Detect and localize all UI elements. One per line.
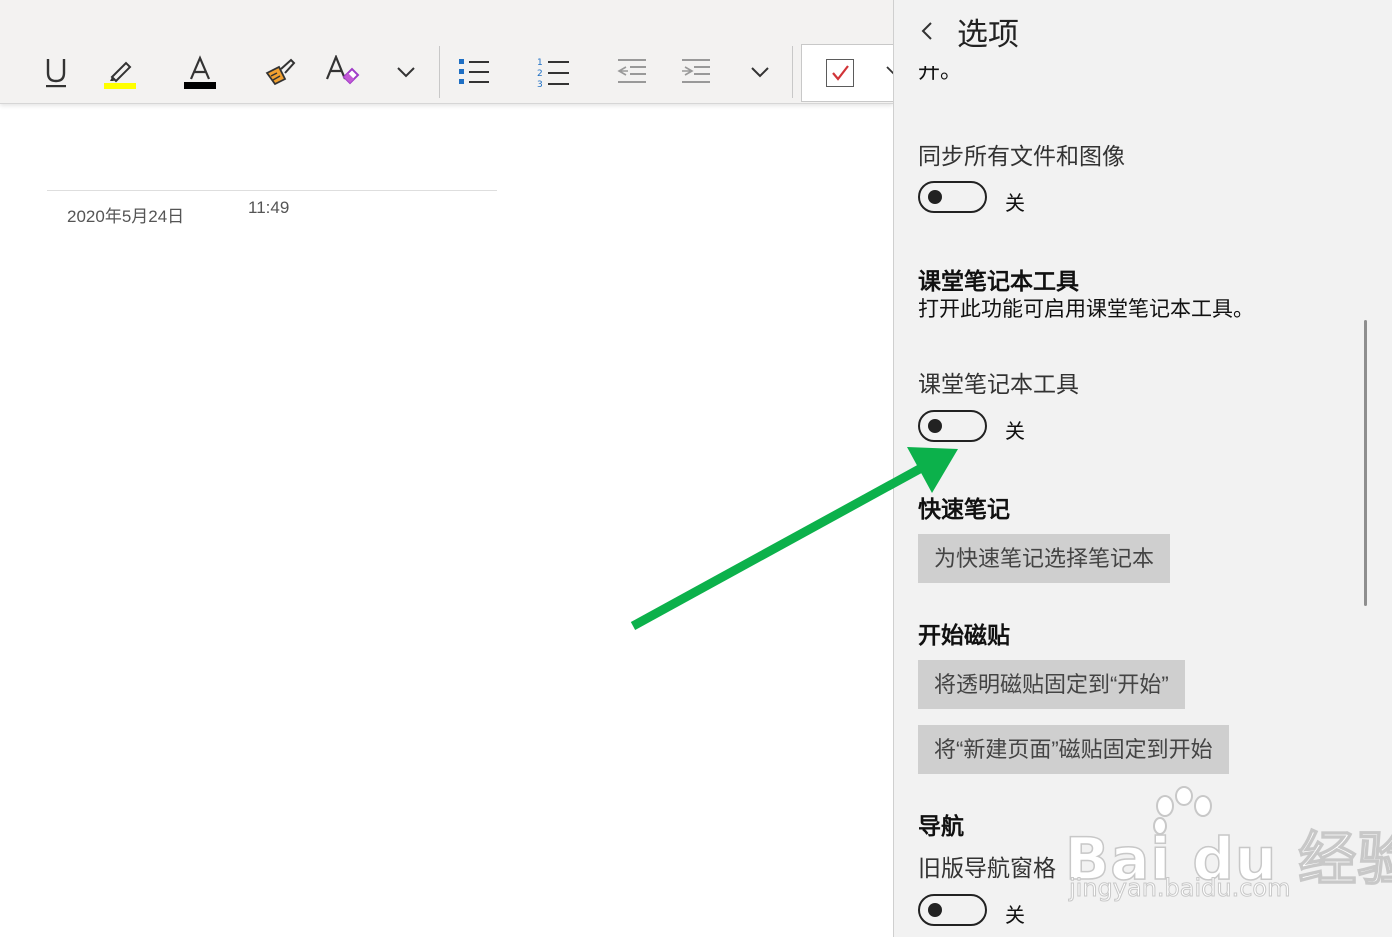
bulleted-list-button[interactable] xyxy=(450,46,498,98)
decrease-indent-icon xyxy=(617,59,646,83)
sync-files-toggle[interactable] xyxy=(918,181,987,213)
svg-text:1: 1 xyxy=(537,58,543,68)
font-color-icon xyxy=(184,55,216,89)
highlight-button[interactable] xyxy=(96,46,144,98)
increase-indent-button[interactable] xyxy=(672,46,720,98)
panel-title: 选项 xyxy=(957,17,1019,52)
navigation-header: 导航 xyxy=(918,813,964,839)
font-color-button[interactable] xyxy=(176,46,224,98)
sync-files-toggle-state: 关 xyxy=(1005,193,1025,215)
class-notebook-toggle[interactable] xyxy=(918,410,987,442)
toolbar-divider xyxy=(792,46,793,98)
panel-scrollbar[interactable] xyxy=(1364,320,1367,606)
toolbar-divider xyxy=(439,46,440,98)
highlighter-icon xyxy=(104,61,136,89)
toggle-knob xyxy=(928,190,942,204)
bullet-list-icon xyxy=(459,59,489,84)
svg-text:2: 2 xyxy=(537,69,543,79)
svg-text:3: 3 xyxy=(537,80,543,88)
quick-notes-header: 快速笔记 xyxy=(918,496,1010,522)
increase-indent-icon xyxy=(682,59,710,83)
clear-formatting-icon xyxy=(325,55,360,85)
page-time: 11:49 xyxy=(248,198,290,217)
legacy-navigation-label: 旧版导航窗格 xyxy=(918,855,1056,881)
ribbon-toolbar: 1 2 3 xyxy=(0,0,893,104)
chevron-down-icon[interactable] xyxy=(886,65,893,75)
class-notebook-toggle-state: 关 xyxy=(1005,421,1025,443)
class-notebook-description: 打开此功能可启用课堂笔记本工具。 xyxy=(918,298,1254,321)
decrease-indent-button[interactable] xyxy=(608,46,656,98)
toggle-knob xyxy=(928,419,942,433)
legacy-navigation-toggle-state: 关 xyxy=(1005,905,1025,927)
chevron-down-icon xyxy=(397,67,415,78)
start-tiles-header: 开始磁贴 xyxy=(918,622,1010,648)
pin-transparent-tile-button[interactable]: 将透明磁贴固定到“开始” xyxy=(918,660,1185,709)
chevron-left-icon xyxy=(921,22,932,40)
back-button[interactable] xyxy=(914,16,940,46)
more-formatting-button[interactable] xyxy=(382,46,430,98)
numbered-list-icon: 1 2 3 xyxy=(537,58,569,88)
more-paragraph-button[interactable] xyxy=(736,46,784,98)
page-title-underline xyxy=(47,190,497,191)
format-painter-icon xyxy=(265,58,296,86)
format-painter-button[interactable] xyxy=(256,46,304,98)
legacy-navigation-toggle[interactable] xyxy=(918,894,987,926)
sync-files-label: 同步所有文件和图像 xyxy=(918,143,1125,169)
choose-quick-notes-notebook-button[interactable]: 为快速笔记选择笔记本 xyxy=(918,534,1171,583)
todo-tag-button[interactable] xyxy=(801,44,893,102)
cutoff-text: 开。 xyxy=(918,66,963,83)
underline-icon xyxy=(46,59,66,88)
numbered-list-button[interactable]: 1 2 3 xyxy=(529,46,577,98)
page-date: 2020年5月24日 xyxy=(67,207,185,226)
toggle-knob xyxy=(928,903,942,917)
class-notebook-label: 课堂笔记本工具 xyxy=(918,371,1079,397)
chevron-down-icon xyxy=(751,67,769,78)
clear-formatting-button[interactable] xyxy=(318,46,366,98)
pin-new-page-tile-button[interactable]: 将“新建页面”磁贴固定到开始 xyxy=(918,725,1229,774)
options-panel: 选项 开。 同步所有文件和图像 关 课堂笔记本工具 打开此功能可启用课堂笔记本工… xyxy=(893,0,1392,937)
underline-button[interactable] xyxy=(32,46,80,98)
checkbox-icon xyxy=(826,59,854,87)
class-notebook-header: 课堂笔记本工具 xyxy=(918,268,1079,294)
